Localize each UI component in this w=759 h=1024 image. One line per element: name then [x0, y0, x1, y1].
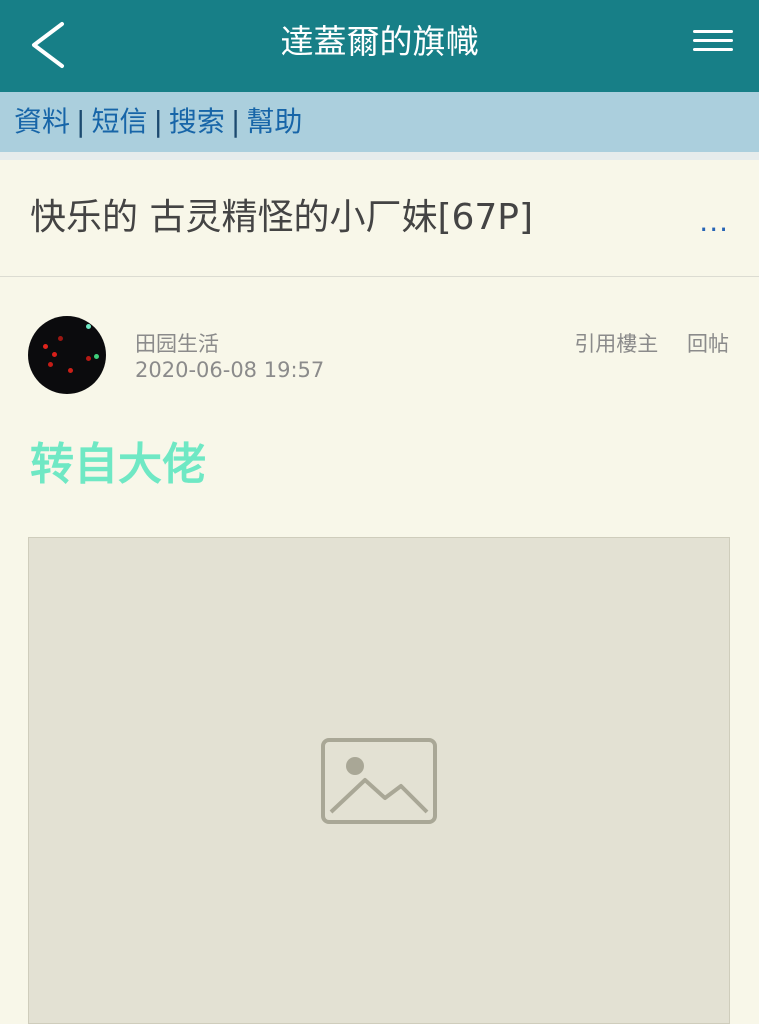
sub-navigation: 資料 | 短信 | 搜索 | 幫助	[0, 92, 759, 152]
author-name[interactable]: 田园生活	[135, 328, 219, 358]
hamburger-menu-icon	[693, 30, 733, 51]
title-divider	[0, 276, 759, 277]
header-divider	[0, 152, 759, 160]
separator: |	[76, 105, 86, 138]
menu-button[interactable]	[693, 24, 733, 64]
top-bar: 達蓋爾的旗幟	[0, 0, 759, 92]
subnav-messages-link[interactable]: 短信	[91, 105, 147, 138]
avatar[interactable]	[28, 316, 106, 394]
subnav-search-link[interactable]: 搜索	[169, 105, 225, 138]
post-heading: 转自大佬	[30, 439, 206, 490]
back-button[interactable]	[24, 18, 78, 72]
separator: |	[153, 105, 163, 138]
app-title: 達蓋爾的旗幟	[280, 22, 479, 61]
post-actions: 引用樓主 回帖	[552, 328, 729, 358]
post-image-placeholder	[28, 537, 730, 1024]
post-timestamp: 2020-06-08 19:57	[135, 358, 325, 382]
subnav-profile-link[interactable]: 資料	[14, 105, 70, 138]
subnav-help-link[interactable]: 幫助	[246, 105, 302, 138]
back-chevron-icon	[32, 22, 64, 68]
reply-link[interactable]: 回帖	[687, 332, 729, 356]
separator: |	[230, 105, 241, 138]
more-options-button[interactable]: ...	[699, 205, 729, 238]
quote-op-link[interactable]: 引用樓主	[574, 332, 658, 356]
image-placeholder-icon	[321, 737, 437, 824]
thread-title: 快乐的 古灵精怪的小厂妹[67P]	[30, 197, 534, 238]
